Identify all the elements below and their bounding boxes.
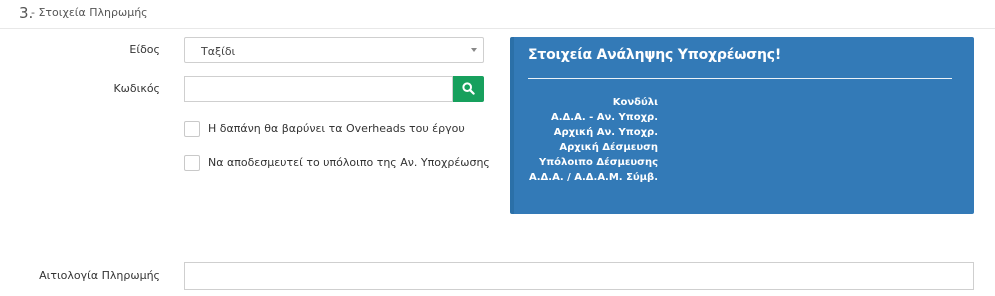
release-remainder-checkbox[interactable] (184, 155, 200, 171)
info-line-ada-commitment: Α.Δ.Α. - Αν. Υποχρ. (551, 112, 658, 123)
code-label: Κωδικός (113, 82, 160, 95)
overheads-checkbox[interactable] (184, 121, 200, 137)
info-line-initial-commitment: Αρχική Αν. Υποχρ. (553, 127, 658, 138)
commitment-info-panel: Στοιχεία Ανάληψης Υποχρέωσης! Κονδύλι Α.… (510, 37, 974, 214)
info-line-reservation-balance: Υπόλοιπο Δέσμευσης (539, 157, 658, 168)
justification-input[interactable] (184, 262, 974, 290)
info-line-initial-reservation: Αρχική Δέσμευση (559, 142, 658, 153)
info-line-budget: Κονδύλι (612, 97, 658, 108)
release-remainder-checkbox-label[interactable]: Να αποδεσμευτεί το υπόλοιπο της Αν. Υποχ… (208, 156, 490, 169)
section-title: - Στοιχεία Πληρωμής (31, 6, 148, 19)
search-button[interactable] (453, 76, 484, 102)
type-select[interactable]: Ταξίδι (184, 37, 484, 63)
section-header: 3. - Στοιχεία Πληρωμής (0, 0, 995, 29)
info-panel-title: Στοιχεία Ανάληψης Υποχρέωσης! (528, 47, 782, 63)
chevron-down-icon (471, 48, 477, 52)
info-panel-divider (528, 78, 952, 79)
code-input[interactable] (184, 76, 453, 102)
overheads-checkbox-label[interactable]: Η δαπάνη θα βαρύνει τα Overheads του έργ… (208, 122, 465, 135)
info-line-ada-contract: Α.Δ.Α. / Α.Δ.Α.Μ. Σύμβ. (529, 172, 658, 183)
type-label: Είδος (129, 43, 160, 56)
search-icon (462, 82, 475, 95)
type-select-value: Ταξίδι (201, 45, 236, 58)
justification-label: Αιτιολογία Πληρωμής (39, 269, 160, 282)
